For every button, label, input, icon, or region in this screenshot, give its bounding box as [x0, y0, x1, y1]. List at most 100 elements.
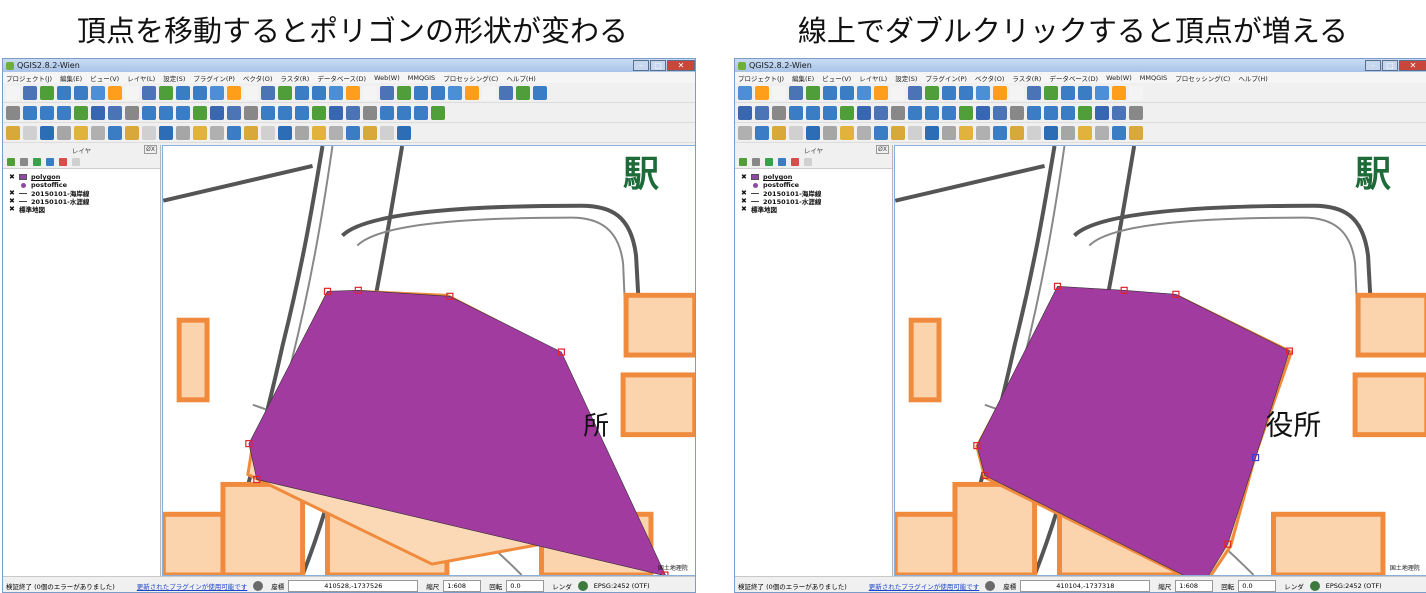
toolbar-tool-icon[interactable]	[1112, 85, 1126, 100]
toolbar-tool-icon[interactable]	[891, 125, 905, 140]
map-canvas[interactable]: 駅 所 国土地理院	[162, 145, 695, 576]
plugin-update-link[interactable]: 更新されたプラグインが使用可能です	[869, 581, 980, 591]
toolbar-tool-icon[interactable]	[227, 105, 241, 120]
toolbar-tool-icon[interactable]	[1010, 85, 1024, 100]
toolbar-tool-icon[interactable]	[57, 105, 71, 120]
messages-icon[interactable]	[253, 580, 264, 591]
toolbar-tool-icon[interactable]	[40, 125, 54, 140]
layer-item-polygon[interactable]: ✖ polygon	[3, 173, 160, 181]
menu-plugins[interactable]: プラグイン(P)	[925, 73, 967, 83]
toolbar-tool-icon[interactable]	[227, 85, 241, 100]
layer-checkbox[interactable]: ✖	[741, 173, 748, 181]
toolbar-tool-icon[interactable]	[40, 105, 54, 120]
minimize-button[interactable]: –	[1365, 60, 1381, 71]
toolbar-tool-icon[interactable]	[942, 85, 956, 100]
minimize-button[interactable]: –	[633, 60, 649, 71]
menu-processing[interactable]: プロセッシング(C)	[1175, 73, 1230, 83]
toolbar-tool-icon[interactable]	[857, 85, 871, 100]
toolbar-tool-icon[interactable]	[91, 105, 105, 120]
toolbar-tool-icon[interactable]	[278, 125, 292, 140]
toolbar-tool-icon[interactable]	[176, 125, 190, 140]
coordinate-field[interactable]: 410104,-1737318	[1020, 579, 1151, 592]
toolbar-tool-icon[interactable]	[159, 125, 173, 140]
menu-settings[interactable]: 設定(S)	[895, 73, 917, 83]
toolbar-tool-icon[interactable]	[57, 125, 71, 140]
toolbar-tool-icon[interactable]	[755, 85, 769, 100]
toolbar-tool-icon[interactable]	[346, 85, 360, 100]
toolbar-tool-icon[interactable]	[738, 105, 752, 120]
toolbar-tool-icon[interactable]	[431, 105, 445, 120]
toolbar-tool-icon[interactable]	[1010, 125, 1024, 140]
toolbar-tool-icon[interactable]	[874, 85, 888, 100]
remove-layer-icon[interactable]	[804, 157, 812, 166]
toolbar-tool-icon[interactable]	[346, 105, 360, 120]
toolbar-tool-icon[interactable]	[925, 125, 939, 140]
toolbar-tool-icon[interactable]	[1129, 85, 1143, 100]
toolbar-tool-icon[interactable]	[329, 125, 343, 140]
toolbar-tool-icon[interactable]	[74, 125, 88, 140]
toolbar-tool-icon[interactable]	[295, 85, 309, 100]
toolbar-tool-icon[interactable]	[1010, 105, 1024, 120]
filter-icon[interactable]	[33, 157, 41, 166]
toolbar-tool-icon[interactable]	[1078, 125, 1092, 140]
toolbar-tool-icon[interactable]	[261, 125, 275, 140]
toolbar-tool-icon[interactable]	[108, 125, 122, 140]
toolbar-tool-icon[interactable]	[1112, 125, 1126, 140]
toolbar-tool-icon[interactable]	[1044, 85, 1058, 100]
toolbar-tool-icon[interactable]	[789, 125, 803, 140]
toolbar-tool-icon[interactable]	[823, 105, 837, 120]
toolbar-tool-icon[interactable]	[210, 125, 224, 140]
toolbar-tool-icon[interactable]	[942, 105, 956, 120]
menu-raster[interactable]: ラスタ(R)	[280, 73, 309, 83]
plugin-update-link[interactable]: 更新されたプラグインが使用可能です	[137, 581, 248, 591]
toolbar-tool-icon[interactable]	[176, 105, 190, 120]
menu-raster[interactable]: ラスタ(R)	[1012, 73, 1041, 83]
toolbar-tool-icon[interactable]	[857, 105, 871, 120]
toolbar-tool-icon[interactable]	[159, 105, 173, 120]
toolbar-tool-icon[interactable]	[193, 85, 207, 100]
toolbar-tool-icon[interactable]	[244, 125, 258, 140]
toolbar-tool-icon[interactable]	[295, 125, 309, 140]
layer-checkbox[interactable]: ✖	[9, 189, 16, 197]
maximize-button[interactable]: □	[1382, 60, 1398, 71]
toolbar-tool-icon[interactable]	[414, 105, 428, 120]
menu-web[interactable]: Web(W)	[1106, 74, 1132, 82]
toolbar-tool-icon[interactable]	[840, 125, 854, 140]
rotation-field[interactable]: 0.0	[506, 579, 545, 592]
toolbar-tool-icon[interactable]	[1129, 105, 1143, 120]
toolbar-tool-icon[interactable]	[346, 125, 360, 140]
toolbar-tool-icon[interactable]	[380, 125, 394, 140]
toolbar-tool-icon[interactable]	[789, 85, 803, 100]
toolbar-tool-icon[interactable]	[278, 105, 292, 120]
toolbar-tool-icon[interactable]	[857, 125, 871, 140]
crs-status[interactable]: EPSG:2452 (OTF)	[1326, 582, 1382, 590]
toolbar-tool-icon[interactable]	[193, 125, 207, 140]
toolbar-tool-icon[interactable]	[1061, 125, 1075, 140]
close-button[interactable]: ✕	[667, 60, 695, 71]
menu-help[interactable]: ヘルプ(H)	[506, 73, 535, 83]
panel-close-button[interactable]: ØX	[144, 145, 157, 154]
toolbar-tool-icon[interactable]	[380, 105, 394, 120]
toolbar-tool-icon[interactable]	[976, 125, 990, 140]
toolbar-tool-icon[interactable]	[976, 85, 990, 100]
render-label[interactable]: レンダ	[552, 581, 572, 591]
menu-plugins[interactable]: プラグイン(P)	[193, 73, 235, 83]
toolbar-tool-icon[interactable]	[397, 125, 411, 140]
toolbar-tool-icon[interactable]	[227, 125, 241, 140]
toolbar-tool-icon[interactable]	[925, 105, 939, 120]
expand-icon[interactable]	[46, 157, 54, 166]
toolbar-tool-icon[interactable]	[840, 85, 854, 100]
close-button[interactable]: ✕	[1399, 60, 1426, 71]
maximize-button[interactable]: □	[650, 60, 666, 71]
add-group-icon[interactable]	[7, 157, 15, 166]
toolbar-tool-icon[interactable]	[993, 105, 1007, 120]
toolbar-tool-icon[interactable]	[806, 105, 820, 120]
toolbar-tool-icon[interactable]	[295, 105, 309, 120]
menu-edit[interactable]: 編集(E)	[792, 73, 814, 83]
crs-icon[interactable]	[1309, 580, 1320, 591]
menu-layer[interactable]: レイヤ(L)	[859, 73, 887, 83]
expand-icon[interactable]	[778, 157, 786, 166]
menu-database[interactable]: データベース(D)	[317, 73, 366, 83]
toolbar-tool-icon[interactable]	[755, 125, 769, 140]
visibility-icon[interactable]	[752, 157, 760, 166]
